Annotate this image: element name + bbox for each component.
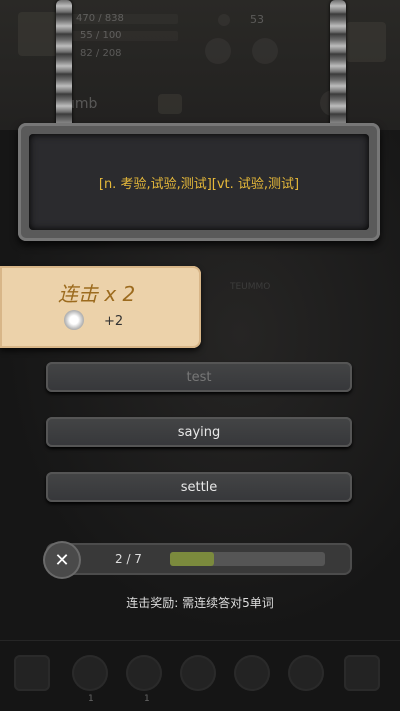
map-icon[interactable] [346, 22, 386, 62]
silver-coin-icon [64, 310, 84, 330]
menu-icon[interactable] [158, 94, 182, 114]
emote-icon[interactable] [205, 38, 231, 64]
definition-text: [n. 考验,试验,测试][vt. 试验,测试] [98, 176, 300, 192]
combo-hint: 连击奖励: 需连续答对5单词 [126, 596, 274, 610]
combo-bonus: +2 [104, 314, 124, 329]
bottom-icon-4[interactable] [180, 655, 216, 691]
combo-panel: 连击 x 2 [0, 266, 201, 348]
faded-label: TEUMMO [230, 282, 271, 292]
bottom-icon-1[interactable] [14, 655, 50, 691]
option-label: test [186, 369, 212, 385]
bottom-icon-5[interactable] [234, 655, 270, 691]
option-label: saying [177, 424, 221, 440]
option-settle[interactable]: settle [46, 472, 352, 502]
stat-2: 55 / 100 [80, 30, 122, 41]
option-label: settle [180, 479, 218, 495]
bottom-count-1: 1 [88, 694, 94, 704]
close-icon: ✕ [54, 549, 70, 571]
combo-title: 连击 x 2 [58, 282, 136, 306]
avatar [18, 12, 58, 56]
progress-fill [170, 552, 215, 566]
pause-icon[interactable] [252, 38, 278, 64]
bottom-icon-6[interactable] [288, 655, 324, 691]
stat-3: 82 / 208 [80, 48, 122, 59]
definition-plaque: [n. 考验,试验,测试][vt. 试验,测试] [18, 123, 380, 241]
coin-count: 53 [250, 13, 264, 26]
chain-right [330, 0, 346, 140]
coin-icon [218, 14, 230, 26]
option-test[interactable]: test [46, 362, 352, 392]
definition-box: [n. 考验,试验,测试][vt. 试验,测试] [29, 134, 369, 230]
progress-text: 2 / 7 [115, 552, 142, 566]
bottom-icon-3[interactable] [126, 655, 162, 691]
option-saying[interactable]: saying [46, 417, 352, 447]
bottom-icon-7[interactable] [344, 655, 380, 691]
close-button[interactable]: ✕ [45, 543, 79, 577]
bottom-count-2: 1 [144, 694, 150, 704]
progress-bar [170, 552, 325, 566]
bottom-icon-2[interactable] [72, 655, 108, 691]
chain-left [56, 0, 72, 140]
stat-1: 470 / 838 [76, 13, 124, 24]
